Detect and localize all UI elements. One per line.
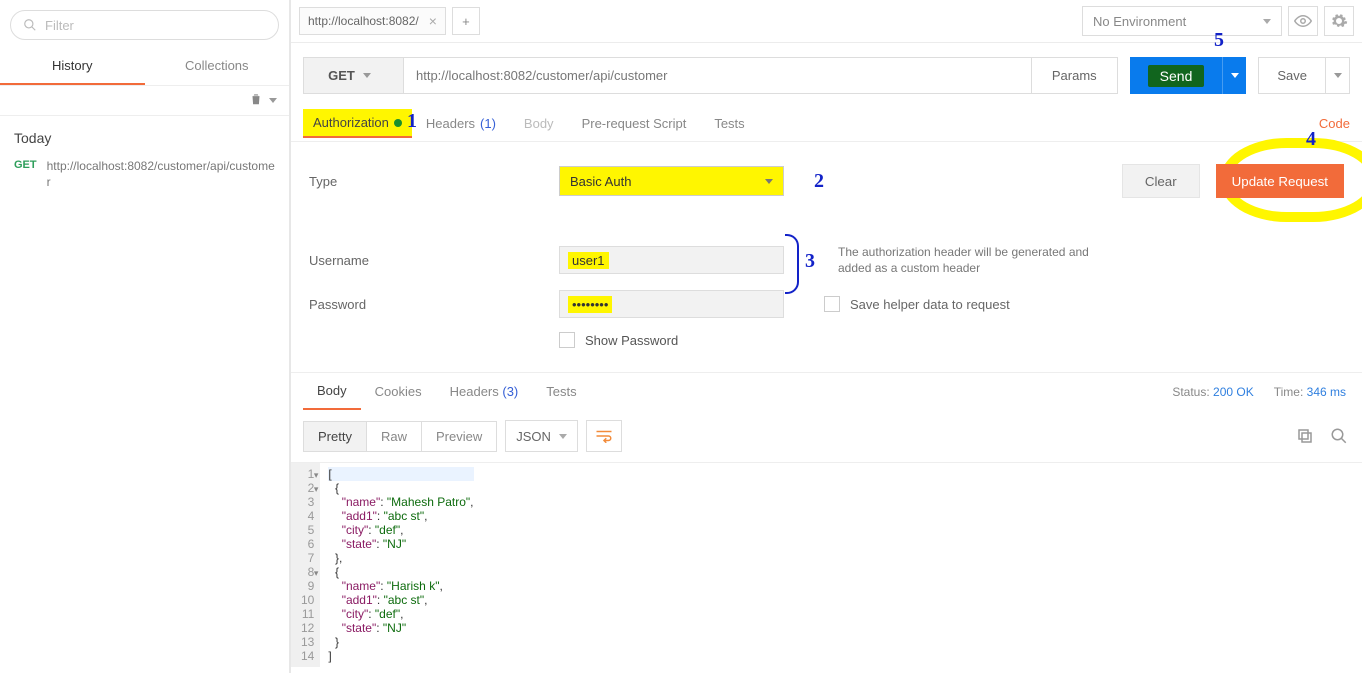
history-item[interactable]: GET http://localhost:8082/customer/api/c… — [0, 152, 289, 200]
username-input[interactable]: user1 — [559, 246, 784, 274]
update-request-button[interactable]: Update Request — [1216, 164, 1344, 198]
eye-icon — [1294, 12, 1312, 30]
view-preview-button[interactable]: Preview — [422, 422, 496, 451]
env-quicklook-button[interactable] — [1288, 6, 1318, 36]
resp-tab-headers[interactable]: Headers (3) — [436, 374, 533, 409]
view-pretty-button[interactable]: Pretty — [304, 422, 367, 451]
filter-placeholder: Filter — [45, 18, 74, 33]
chevron-down-icon — [1334, 73, 1342, 78]
clear-button[interactable]: Clear — [1122, 164, 1200, 198]
sidebar-tab-history[interactable]: History — [0, 48, 145, 85]
save-helper-checkbox[interactable] — [824, 296, 840, 312]
chevron-down-icon — [1263, 19, 1271, 24]
username-label: Username — [309, 253, 559, 268]
environment-label: No Environment — [1093, 14, 1186, 29]
auth-type-select[interactable]: Basic Auth — [559, 166, 784, 196]
request-tab[interactable]: http://localhost:8082/ × — [299, 7, 446, 35]
password-label: Password — [309, 297, 559, 312]
close-tab-icon[interactable]: × — [429, 13, 437, 29]
auth-active-dot-icon — [394, 119, 402, 127]
add-tab-button[interactable]: + — [452, 7, 480, 35]
resp-time-label: Time: — [1274, 385, 1304, 399]
url-input[interactable]: http://localhost:8082/customer/api/custo… — [403, 57, 1032, 94]
send-dropdown-button[interactable] — [1222, 57, 1246, 94]
wrap-icon — [595, 429, 613, 443]
tab-headers[interactable]: Headers (1) — [412, 106, 510, 141]
resp-tab-headers-count: (3) — [502, 384, 518, 399]
resp-tab-cookies[interactable]: Cookies — [361, 374, 436, 409]
resp-status: Status: 200 OK — [1172, 385, 1253, 399]
annotation-2: 2 — [814, 170, 824, 193]
chevron-down-icon — [559, 434, 567, 439]
resp-tab-headers-label: Headers — [450, 384, 499, 399]
search-response-button[interactable] — [1328, 425, 1350, 447]
resp-tab-tests[interactable]: Tests — [532, 374, 590, 409]
history-section-today: Today — [0, 116, 289, 152]
trash-icon[interactable] — [249, 92, 265, 109]
format-select[interactable]: JSON — [505, 420, 578, 452]
username-value: user1 — [568, 252, 609, 269]
auth-helper-text: The authorization header will be generat… — [838, 244, 1098, 276]
copy-icon — [1296, 427, 1314, 445]
search-icon — [23, 18, 37, 32]
password-input[interactable]: •••••••• — [559, 290, 784, 318]
resp-time-value: 346 ms — [1307, 385, 1346, 399]
auth-type-value: Basic Auth — [570, 174, 631, 189]
chevron-down-icon — [1231, 73, 1239, 78]
main-panel: http://localhost:8082/ × + No Environmen… — [290, 0, 1362, 673]
sidebar: Filter History Collections Today GET htt… — [0, 0, 290, 673]
format-value: JSON — [516, 429, 551, 444]
auth-type-label: Type — [309, 174, 559, 189]
request-tab-title: http://localhost:8082/ — [308, 14, 419, 28]
annotation-1: 1 — [407, 110, 417, 133]
resp-status-label: Status: — [1172, 385, 1209, 399]
show-password-label: Show Password — [585, 333, 678, 348]
tab-prerequest[interactable]: Pre-request Script — [568, 106, 701, 141]
gear-icon — [1330, 12, 1348, 30]
tab-headers-label: Headers — [426, 116, 475, 131]
tab-body[interactable]: Body — [510, 106, 568, 141]
show-password-checkbox[interactable] — [559, 332, 575, 348]
search-icon — [1330, 427, 1348, 445]
response-body[interactable]: 1▾2▾345678▾91011121314 [ { "name": "Mahe… — [291, 462, 1362, 667]
tab-headers-count: (1) — [480, 116, 496, 131]
tab-authorization[interactable]: Authorization — [303, 109, 412, 138]
resp-tab-body[interactable]: Body — [303, 373, 361, 410]
tab-tests[interactable]: Tests — [700, 106, 758, 141]
authorization-panel: Type Basic Auth 2 Clear Update Request 4… — [291, 142, 1362, 372]
history-item-method: GET — [14, 158, 37, 171]
view-mode-segment: Pretty Raw Preview — [303, 421, 497, 452]
filter-input[interactable]: Filter — [10, 10, 279, 40]
password-value: •••••••• — [568, 296, 612, 313]
send-button-label: Send — [1148, 65, 1205, 87]
view-raw-button[interactable]: Raw — [367, 422, 422, 451]
environment-select[interactable]: No Environment — [1082, 6, 1282, 36]
save-button[interactable]: Save — [1259, 58, 1325, 93]
method-select[interactable]: GET — [303, 57, 403, 94]
code-link[interactable]: Code — [1319, 106, 1350, 141]
method-value: GET — [328, 68, 355, 83]
copy-response-button[interactable] — [1294, 425, 1316, 447]
wrap-lines-button[interactable] — [586, 420, 622, 452]
send-button[interactable]: Send — [1130, 57, 1223, 94]
sidebar-tab-collections[interactable]: Collections — [145, 48, 290, 85]
save-helper-label: Save helper data to request — [850, 297, 1010, 312]
params-button[interactable]: Params — [1032, 57, 1118, 94]
chevron-down-icon — [363, 73, 371, 78]
history-item-url: http://localhost:8082/customer/api/custo… — [47, 158, 275, 190]
resp-time: Time: 346 ms — [1274, 385, 1346, 399]
save-dropdown-button[interactable] — [1325, 58, 1349, 93]
trash-menu-caret[interactable] — [269, 98, 277, 103]
tab-authorization-label: Authorization — [313, 115, 389, 130]
settings-button[interactable] — [1324, 6, 1354, 36]
resp-status-value: 200 OK — [1213, 385, 1254, 399]
chevron-down-icon — [765, 179, 773, 184]
